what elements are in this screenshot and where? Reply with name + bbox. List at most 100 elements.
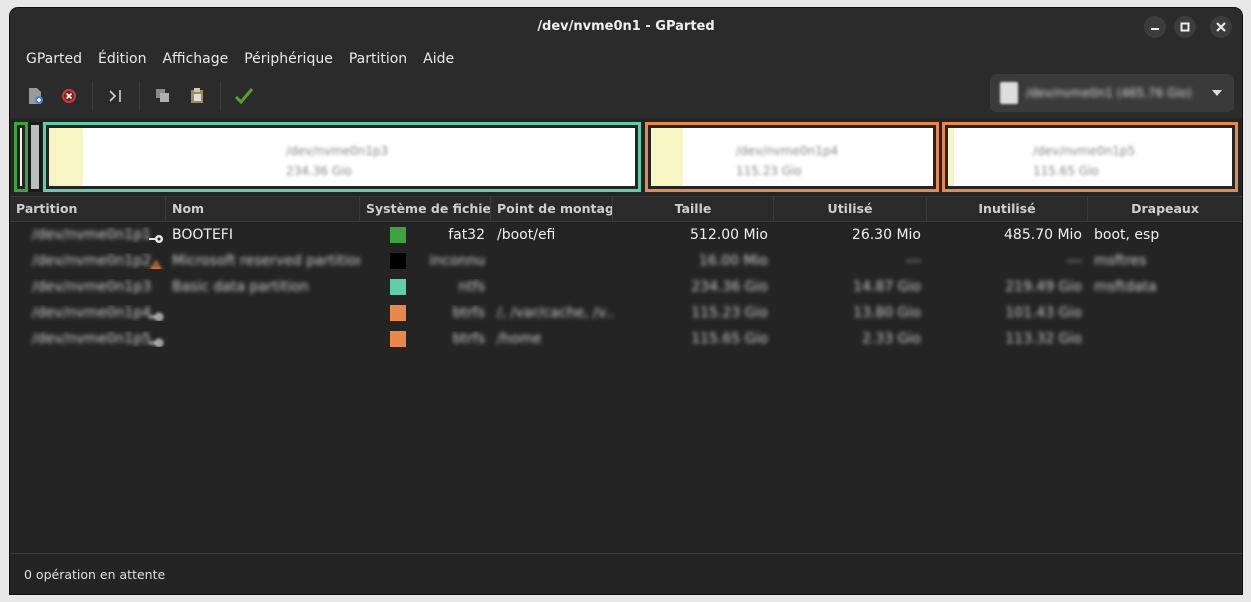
cell-filesystem: ntfs xyxy=(360,279,491,295)
cell-partition: /dev/nvme0n1p2 xyxy=(10,253,166,269)
table-row[interactable]: /dev/nvme0n1p2 Microsoft reserved partiti… xyxy=(10,248,1242,274)
apply-button[interactable] xyxy=(229,81,259,111)
key-icon xyxy=(148,311,164,321)
disk-map-segment-p4[interactable]: /dev/nvme0n1p4 115.23 Gio xyxy=(645,122,939,192)
menu-gparted[interactable]: GParted xyxy=(18,51,90,67)
disk-map-segment-p2[interactable] xyxy=(28,122,42,192)
device-selector[interactable]: /dev/nvme0n1 (465.76 Gio) xyxy=(990,74,1234,112)
segment-name: /dev/nvme0n1p3 xyxy=(286,144,389,158)
disk-map-segment-p3[interactable]: /dev/nvme0n1p3 234.36 Gio xyxy=(43,122,641,192)
cell-partition: /dev/nvme0n1p1 xyxy=(10,227,166,243)
window-title: /dev/nvme0n1 - GParted xyxy=(537,18,715,34)
cell-used: 13.80 Gio xyxy=(853,305,921,321)
cell-filesystem: inconnu xyxy=(360,253,491,269)
column-header-partition[interactable]: Partition xyxy=(10,197,166,221)
filesystem-color-swatch xyxy=(390,331,406,347)
partition-table-body: /dev/nvme0n1p1 BOOTEFI fat32/boot/efi 512.0… xyxy=(10,222,1242,352)
table-row[interactable]: /dev/nvme0n1p4 btrfs /, /var/cache, /v... 1… xyxy=(10,300,1242,326)
cell-mount-point: /home xyxy=(497,331,542,347)
filesystem-color-swatch xyxy=(390,305,406,321)
filesystem-type: btrfs xyxy=(452,331,485,347)
maximize-button[interactable] xyxy=(1174,16,1196,38)
cell-flags: msftdata xyxy=(1094,279,1157,295)
partition-path: /dev/nvme0n1p1 xyxy=(32,227,152,243)
minimize-icon xyxy=(1151,28,1159,30)
filesystem-color-swatch xyxy=(390,253,406,269)
title-bar: /dev/nvme0n1 - GParted xyxy=(10,8,1242,44)
partition-path: /dev/nvme0n1p4 xyxy=(32,305,152,321)
hard-disk-icon xyxy=(1000,82,1018,104)
segment-name: /dev/nvme0n1p4 xyxy=(736,144,839,158)
close-icon xyxy=(1216,22,1226,32)
toolbar: /dev/nvme0n1 (465.76 Gio) xyxy=(10,74,1242,118)
cell-unused: 101.43 Gio xyxy=(1005,305,1082,321)
segment-name: /dev/nvme0n1p5 xyxy=(1033,144,1136,158)
filesystem-color-swatch xyxy=(390,227,406,243)
table-row[interactable]: /dev/nvme0n1p3 Basic data partition ntfs 23… xyxy=(10,274,1242,300)
cell-partition: /dev/nvme0n1p4 xyxy=(10,305,166,321)
cell-unused: 485.70 Mio xyxy=(1004,227,1082,243)
cell-filesystem: fat32 xyxy=(360,227,491,243)
resize-move-icon xyxy=(109,90,121,102)
cell-used: --- xyxy=(905,253,921,269)
cell-used: 26.30 Mio xyxy=(851,227,921,243)
menu-peripherique[interactable]: Périphérique xyxy=(236,51,341,67)
paste-button[interactable] xyxy=(182,81,212,111)
table-row[interactable]: /dev/nvme0n1p1 BOOTEFI fat32/boot/efi 512.0… xyxy=(10,222,1242,248)
column-header-inutilise[interactable]: Inutilisé xyxy=(927,197,1088,221)
cell-size: 512.00 Mio xyxy=(690,227,768,243)
filesystem-type: btrfs xyxy=(452,305,485,321)
segment-size: 234.36 Gio xyxy=(286,164,352,178)
resize-move-button[interactable] xyxy=(101,81,131,111)
menu-aide[interactable]: Aide xyxy=(415,51,462,67)
delete-partition-button[interactable] xyxy=(54,81,84,111)
partition-path: /dev/nvme0n1p5 xyxy=(32,331,152,347)
filesystem-color-swatch xyxy=(390,279,406,295)
disk-map: /dev/nvme0n1p3 234.36 Gio /dev/nvme0n1p4… xyxy=(10,118,1242,196)
toolbar-separator xyxy=(220,81,221,111)
paste-icon xyxy=(191,88,203,103)
pending-operations-label: 0 opération en attente xyxy=(24,566,166,582)
cell-flags: msftres xyxy=(1094,253,1147,269)
cell-name: Basic data partition xyxy=(172,279,309,295)
cell-size: 234.36 Gio xyxy=(691,279,768,295)
column-header-utilise[interactable]: Utilisé xyxy=(774,197,927,221)
cell-mount-point: /, /var/cache, /v... xyxy=(497,305,613,321)
close-button[interactable] xyxy=(1210,16,1232,38)
key-icon xyxy=(148,233,164,243)
column-header-systeme[interactable]: Système de fichiers xyxy=(360,197,491,221)
status-bar: 0 opération en attente xyxy=(10,553,1242,594)
menu-bar: GParted Édition Affichage Périphérique P… xyxy=(10,44,1242,74)
menu-partition[interactable]: Partition xyxy=(341,51,415,67)
filesystem-type: inconnu xyxy=(429,253,485,269)
cell-unused: 113.32 Gio xyxy=(1005,331,1082,347)
column-header-drapeaux[interactable]: Drapeaux xyxy=(1088,197,1242,221)
column-header-nom[interactable]: Nom xyxy=(166,197,360,221)
table-row[interactable]: /dev/nvme0n1p5 btrfs/home 115.65 Gio 2.33 G… xyxy=(10,326,1242,352)
disk-map-segment-p1[interactable] xyxy=(14,122,28,192)
copy-button[interactable] xyxy=(148,81,178,111)
cell-unused: 219.49 Gio xyxy=(1005,279,1082,295)
cell-mount-point: /boot/efi xyxy=(497,227,556,243)
cell-used: 2.33 Gio xyxy=(862,331,921,347)
copy-icon xyxy=(156,89,169,102)
filesystem-type: fat32 xyxy=(448,227,485,243)
filesystem-type: ntfs xyxy=(458,279,485,295)
column-header-montage[interactable]: Point de montage xyxy=(491,197,613,221)
cell-unused: --- xyxy=(1066,253,1082,269)
gparted-window: /dev/nvme0n1 - GParted GParted Édition A… xyxy=(10,8,1242,594)
toolbar-separator xyxy=(92,81,93,111)
cell-size: 115.23 Gio xyxy=(691,305,768,321)
toolbar-separator xyxy=(139,81,140,111)
cell-flags: boot, esp xyxy=(1094,227,1160,243)
column-header-taille[interactable]: Taille xyxy=(613,197,774,221)
cell-name: BOOTEFI xyxy=(172,227,233,243)
new-partition-button[interactable] xyxy=(20,81,50,111)
partition-path: /dev/nvme0n1p2 xyxy=(32,253,152,269)
minimize-button[interactable] xyxy=(1144,16,1166,38)
menu-affichage[interactable]: Affichage xyxy=(154,51,236,67)
maximize-icon xyxy=(1180,22,1190,32)
menu-edition[interactable]: Édition xyxy=(90,51,154,67)
disk-map-segment-p5[interactable]: /dev/nvme0n1p5 115.65 Gio xyxy=(942,122,1238,192)
cell-filesystem: btrfs xyxy=(360,305,491,321)
